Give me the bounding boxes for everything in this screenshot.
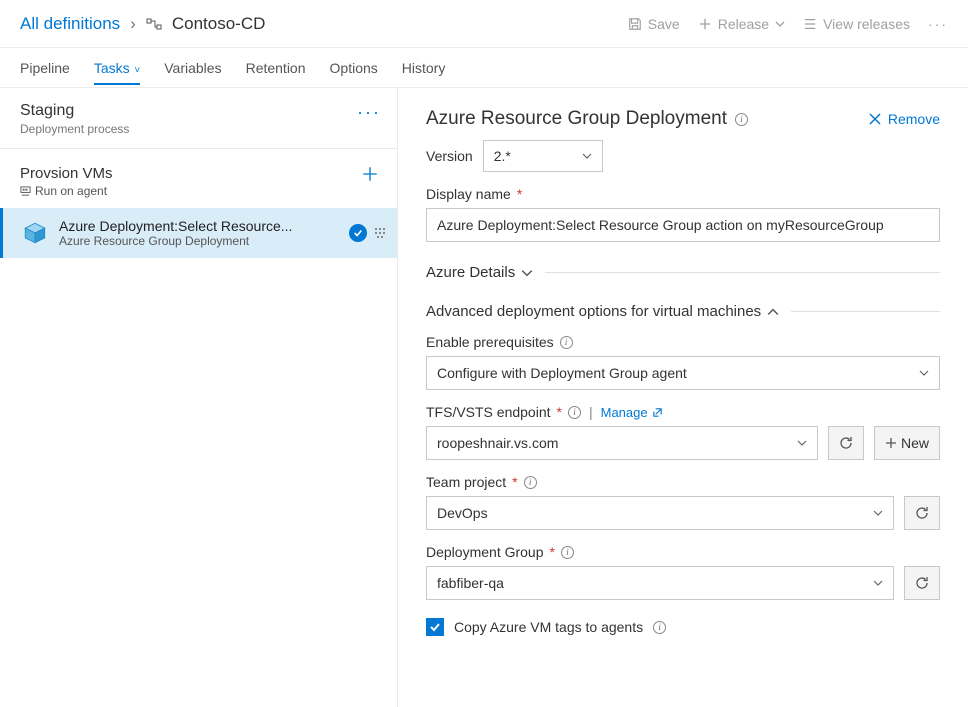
endpoint-select[interactable]: roopeshnair.vs.com (426, 426, 818, 460)
endpoint-label: TFS/VSTS endpoint (426, 404, 551, 420)
chevron-down-icon (582, 151, 592, 161)
refresh-icon (914, 575, 930, 591)
refresh-icon (838, 435, 854, 451)
chevron-up-icon (767, 306, 779, 318)
tab-retention[interactable]: Retention (246, 51, 306, 85)
tabs: Pipeline Tasks ˅ Variables Retention Opt… (0, 48, 968, 88)
display-name-input[interactable] (426, 208, 940, 242)
phase-subtitle: Run on agent (20, 184, 113, 198)
pipeline-icon (146, 16, 162, 32)
deployment-group-label: Deployment Group (426, 544, 544, 560)
team-project-select[interactable]: DevOps (426, 496, 894, 530)
chevron-down-icon (797, 438, 807, 448)
team-project-label: Team project (426, 474, 506, 490)
view-releases-label: View releases (823, 16, 910, 32)
task-row-selected[interactable]: Azure Deployment:Select Resource... Azur… (0, 208, 397, 258)
drag-handle-icon[interactable] (375, 228, 385, 238)
more-actions-button[interactable]: ··· (928, 16, 948, 32)
new-endpoint-button[interactable]: New (874, 426, 940, 460)
chevron-down-icon (873, 508, 883, 518)
release-button[interactable]: Release (698, 16, 785, 32)
details-pane: Azure Resource Group Deployment i Remove… (398, 88, 968, 707)
task-title: Azure Deployment:Select Resource... (59, 218, 349, 234)
remove-label: Remove (888, 111, 940, 127)
manage-link[interactable]: Manage (601, 405, 663, 420)
breadcrumb: All definitions › Contoso-CD (20, 14, 265, 34)
chevron-down-icon (873, 578, 883, 588)
info-icon[interactable]: i (561, 546, 574, 559)
required-icon: * (512, 474, 517, 490)
left-panel: Staging Deployment process ··· Provsion … (0, 88, 398, 707)
refresh-icon (914, 505, 930, 521)
top-actions: Save Release View releases ··· (628, 16, 948, 32)
chevron-down-icon (775, 19, 785, 29)
enable-prereq-label: Enable prerequisites (426, 334, 554, 350)
pane-title: Azure Resource Group Deployment i (426, 108, 748, 130)
release-label: Release (718, 16, 769, 32)
tab-variables[interactable]: Variables (164, 51, 221, 85)
agent-icon (20, 186, 31, 197)
external-link-icon (652, 407, 663, 418)
deployment-group-value: fabfiber-qa (437, 575, 504, 591)
chevron-right-icon: › (130, 14, 136, 34)
chevron-down-icon (919, 368, 929, 378)
enable-prereq-select[interactable]: Configure with Deployment Group agent (426, 356, 940, 390)
task-status-icon (349, 224, 367, 242)
version-label: Version (426, 148, 473, 164)
team-project-value: DevOps (437, 505, 488, 521)
display-name-label: Display name (426, 186, 511, 202)
deployment-group-select[interactable]: fabfiber-qa (426, 566, 894, 600)
enable-prereq-value: Configure with Deployment Group agent (437, 365, 687, 381)
breadcrumb-root-link[interactable]: All definitions (20, 14, 120, 34)
required-icon: * (517, 186, 522, 202)
chevron-down-icon: ˅ (132, 65, 141, 76)
refresh-button[interactable] (828, 426, 864, 460)
tab-tasks-label: Tasks (94, 60, 130, 76)
remove-button[interactable]: Remove (868, 111, 940, 127)
save-button[interactable]: Save (628, 16, 680, 32)
phase-title: Provsion VMs (20, 165, 113, 182)
save-label: Save (648, 16, 680, 32)
refresh-button[interactable] (904, 496, 940, 530)
tab-pipeline[interactable]: Pipeline (20, 51, 70, 85)
task-subtitle: Azure Resource Group Deployment (59, 234, 349, 248)
refresh-button[interactable] (904, 566, 940, 600)
cube-icon (21, 219, 49, 247)
copy-tags-label: Copy Azure VM tags to agents (454, 619, 643, 635)
azure-details-section[interactable]: Azure Details (426, 264, 940, 281)
tab-history[interactable]: History (402, 51, 446, 85)
copy-tags-checkbox[interactable] (426, 618, 444, 636)
view-releases-button[interactable]: View releases (803, 16, 910, 32)
stage-more-button[interactable]: ··· (357, 102, 381, 123)
chevron-down-icon (521, 267, 533, 279)
advanced-options-section[interactable]: Advanced deployment options for virtual … (426, 303, 940, 320)
info-icon[interactable]: i (568, 406, 581, 419)
info-icon[interactable]: i (560, 336, 573, 349)
endpoint-value: roopeshnair.vs.com (437, 435, 558, 451)
check-icon (429, 621, 441, 633)
version-select[interactable]: 2.* (483, 140, 603, 172)
tab-tasks[interactable]: Tasks ˅ (94, 51, 140, 85)
info-icon[interactable]: i (524, 476, 537, 489)
required-icon: * (550, 544, 555, 560)
add-task-button[interactable] (361, 165, 379, 183)
info-icon[interactable]: i (735, 113, 748, 126)
stage-title: Staging (20, 102, 129, 120)
stage-subtitle: Deployment process (20, 122, 129, 136)
new-label: New (901, 435, 929, 451)
info-icon[interactable]: i (653, 621, 666, 634)
version-value: 2.* (494, 148, 511, 164)
tab-options[interactable]: Options (330, 51, 378, 85)
required-icon: * (557, 404, 562, 420)
pipeline-name: Contoso-CD (172, 14, 266, 34)
